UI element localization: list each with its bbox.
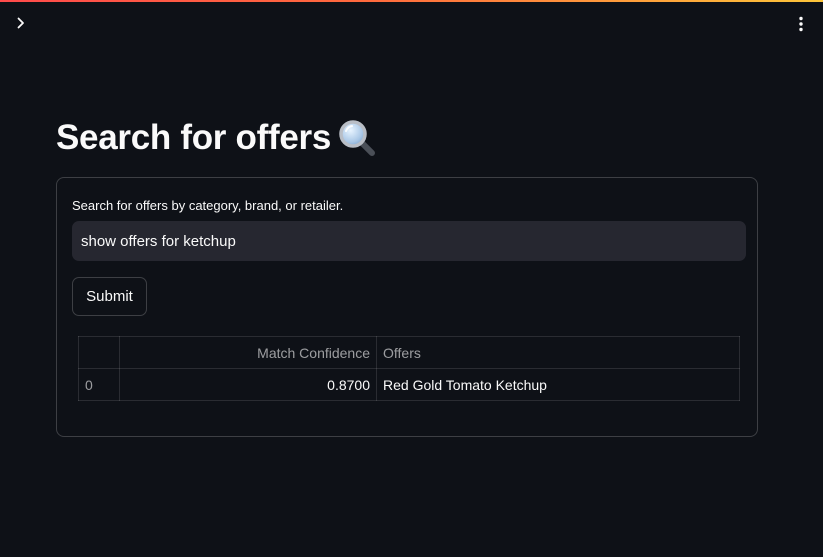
kebab-menu-icon <box>799 16 803 32</box>
header-decoration-bar <box>0 0 823 2</box>
search-input[interactable] <box>72 221 746 261</box>
table-header-row: Match Confidence Offers <box>78 336 740 369</box>
results-table: Match Confidence Offers 0 0.8700 Red Gol… <box>78 336 740 401</box>
page-title: Search for offers <box>56 118 377 158</box>
magnifier-icon <box>339 120 375 156</box>
row-index-cell: 0 <box>78 368 120 401</box>
index-column-header <box>78 336 120 369</box>
sidebar-toggle-button[interactable] <box>12 14 30 32</box>
main-menu-button[interactable] <box>792 14 810 34</box>
page-title-text: Search for offers <box>56 118 331 157</box>
search-form: Search for offers by category, brand, or… <box>56 177 758 437</box>
offers-column-header[interactable]: Offers <box>376 336 740 369</box>
submit-button[interactable]: Submit <box>72 277 147 316</box>
match-confidence-cell: 0.8700 <box>119 368 377 401</box>
match-confidence-column-header[interactable]: Match Confidence <box>119 336 377 369</box>
offer-cell: Red Gold Tomato Ketchup <box>376 368 740 401</box>
table-row: 0 0.8700 Red Gold Tomato Ketchup <box>78 368 740 401</box>
chevron-right-icon <box>17 17 24 29</box>
search-input-label: Search for offers by category, brand, or… <box>72 198 344 213</box>
